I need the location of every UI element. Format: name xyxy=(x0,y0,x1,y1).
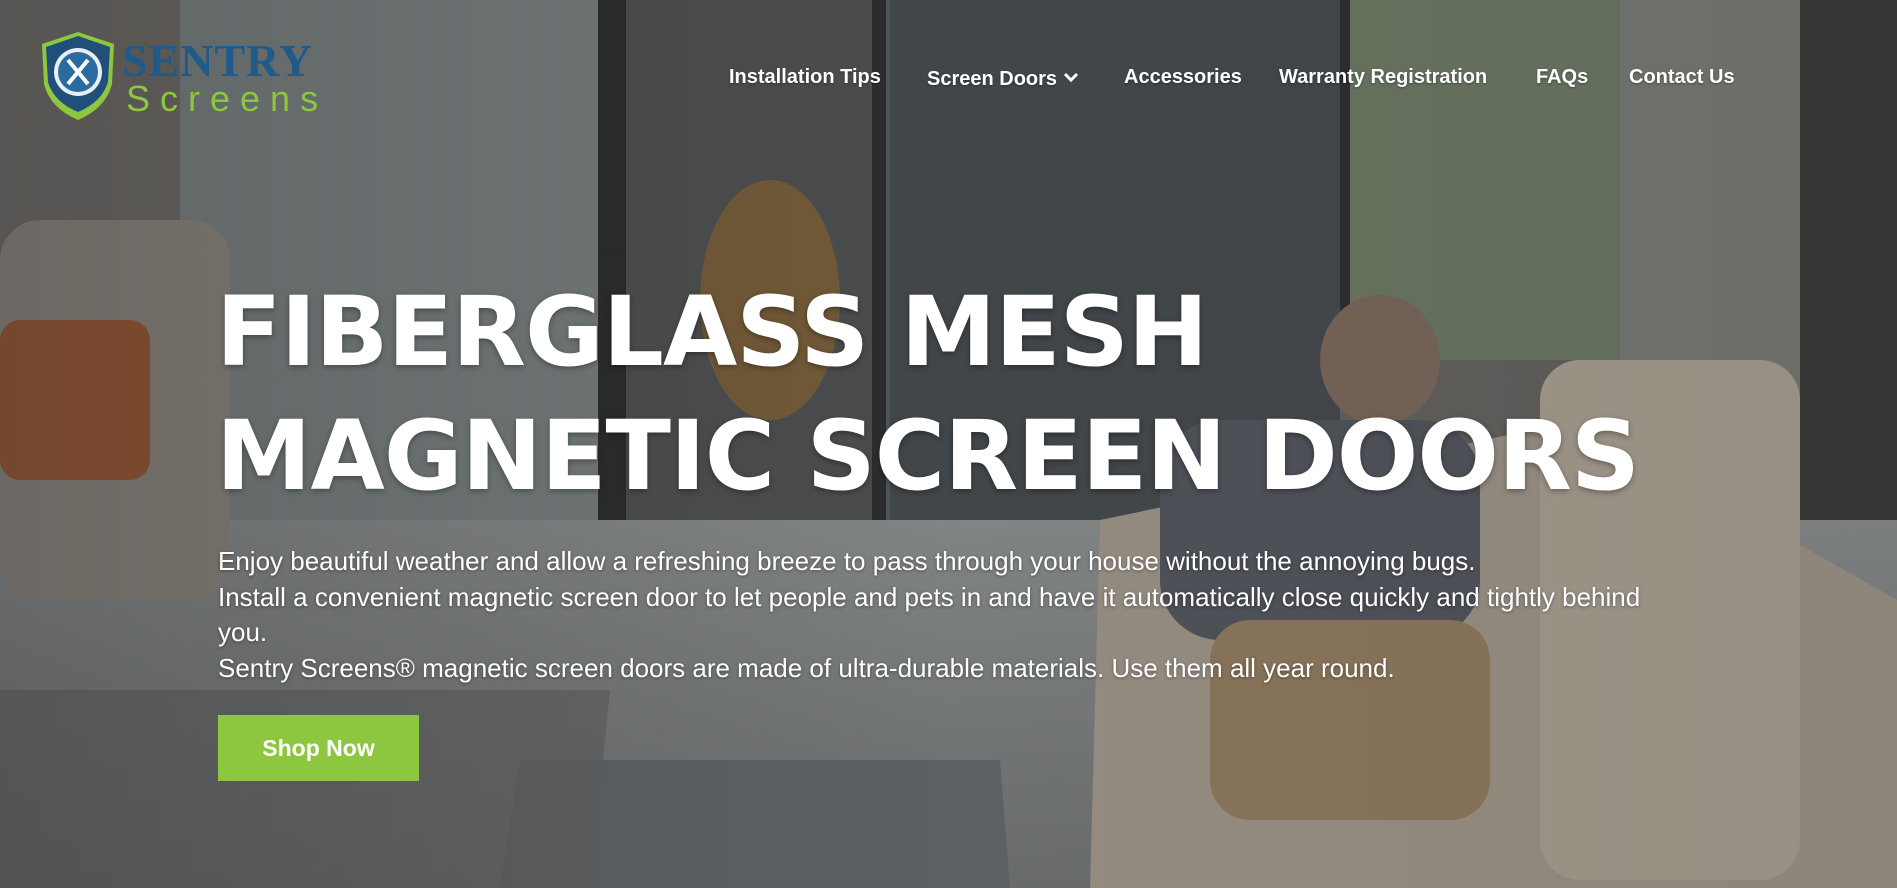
nav-item-warranty-registration[interactable]: Warranty Registration xyxy=(1279,66,1487,89)
brand-name-screens: Screens xyxy=(126,78,329,119)
nav-item-faqs[interactable]: FAQs xyxy=(1536,66,1588,89)
hero-title: FIBERGLASS MESH MAGNETIC SCREEN DOORS xyxy=(216,270,1666,518)
brand-logo[interactable]: SENTRY Screens xyxy=(38,30,328,122)
hero-description-line: Sentry Screens® magnetic screen doors ar… xyxy=(218,652,1395,683)
hero-title-line-1: FIBERGLASS MESH xyxy=(216,276,1208,388)
hero-title-line-2: MAGNETIC SCREEN DOORS xyxy=(216,400,1640,512)
hero-description-line: Install a convenient magnetic screen doo… xyxy=(218,581,1641,648)
hero-description: Enjoy beautiful weather and allow a refr… xyxy=(218,544,1658,686)
chevron-down-icon xyxy=(1063,66,1079,89)
shop-now-button[interactable]: Shop Now xyxy=(218,715,419,781)
nav-item-screen-doors[interactable]: Screen Doors xyxy=(927,66,1079,91)
nav-item-accessories[interactable]: Accessories xyxy=(1124,66,1242,89)
shield-icon xyxy=(42,32,114,120)
nav-item-label: Screen Doors xyxy=(927,68,1058,90)
hero-description-line: Enjoy beautiful weather and allow a refr… xyxy=(218,546,1476,576)
brand-name-sentry: SENTRY xyxy=(122,35,313,86)
nav-item-contact-us[interactable]: Contact Us xyxy=(1629,66,1735,89)
nav-item-installation-tips[interactable]: Installation Tips xyxy=(729,66,881,89)
